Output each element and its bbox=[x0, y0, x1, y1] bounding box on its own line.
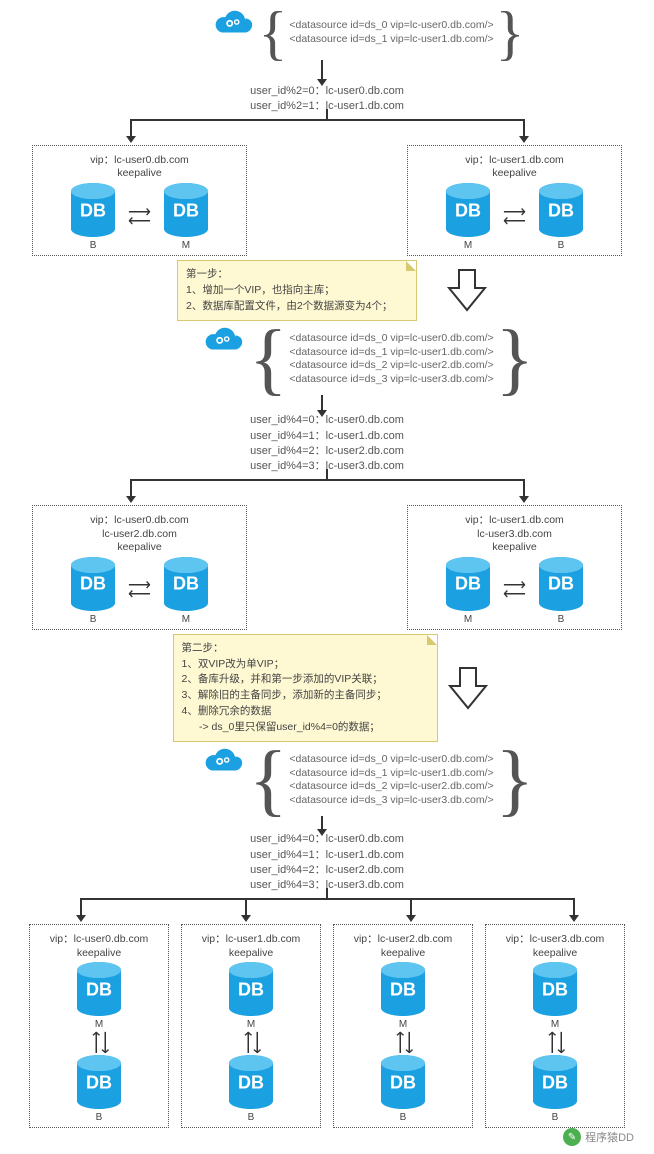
big-down-arrow-icon bbox=[447, 268, 487, 313]
sync-arrow-icon: ⟶⟵ bbox=[547, 1031, 564, 1054]
db-icon: DB bbox=[226, 1055, 276, 1110]
sync-arrow-icon: ⟶⟵ bbox=[243, 1031, 260, 1054]
db-icon: DB bbox=[68, 183, 118, 238]
routing-rules-2: user_id%4=0：lc-user0.db.com user_id%4=1：… bbox=[250, 413, 404, 475]
db-cluster-vert-2: vip：lc-user2.db.comkeepalive DBM ⟶⟵ DBB bbox=[333, 924, 473, 1128]
db-icon: DB bbox=[536, 183, 586, 238]
sync-arrow-icon: ⟶⟵ bbox=[128, 209, 151, 226]
sync-arrow-icon: ⟶⟵ bbox=[503, 209, 526, 226]
db-icon: DB bbox=[443, 557, 493, 612]
db-cluster-vert-0: vip：lc-user0.db.comkeepalive DBM ⟶⟵ DBB bbox=[29, 924, 169, 1128]
db-icon: DB bbox=[161, 557, 211, 612]
db-cluster-right-1: vip：lc-user1.db.com keepalive DB M ⟶⟵ DB… bbox=[407, 145, 622, 256]
db-icon: DB bbox=[74, 1055, 124, 1110]
wechat-icon: ✎ bbox=[563, 1128, 581, 1146]
db-cluster-right-2: vip：lc-user1.db.com lc-user3.db.com keep… bbox=[407, 505, 622, 630]
db-icon: DB bbox=[536, 557, 586, 612]
config-line: <datasource id=ds_1 vip=lc-user1.db.com/… bbox=[289, 33, 493, 47]
db-icon: DB bbox=[378, 962, 428, 1017]
db-icon: DB bbox=[161, 183, 211, 238]
step-note-1: 第一步： 1、增加一个VIP，也指向主库； 2、数据库配置文件，由2个数据源变为… bbox=[177, 260, 417, 321]
config-block-3: { <datasource id=ds_0 vip=lc-user0.db.co… bbox=[249, 744, 534, 816]
cloud-config-icon bbox=[200, 323, 245, 355]
db-cluster-vert-1: vip：lc-user1.db.comkeepalive DBM ⟶⟵ DBB bbox=[181, 924, 321, 1128]
db-icon: DB bbox=[530, 1055, 580, 1110]
db-icon: DB bbox=[226, 962, 276, 1017]
sync-arrow-icon: ⟶⟵ bbox=[503, 582, 526, 599]
config-block-2: { <datasource id=ds_0 vip=lc-user0.db.co… bbox=[249, 323, 534, 395]
db-cluster-vert-3: vip：lc-user3.db.comkeepalive DBM ⟶⟵ DBB bbox=[485, 924, 625, 1128]
sync-arrow-icon: ⟶⟵ bbox=[128, 582, 151, 599]
db-cluster-left-1: vip：lc-user0.db.com keepalive DB B ⟶⟵ DB… bbox=[32, 145, 247, 256]
db-icon: DB bbox=[530, 962, 580, 1017]
db-icon: DB bbox=[443, 183, 493, 238]
config-block-1: { <datasource id=ds_0 vip=lc-user0.db.co… bbox=[259, 6, 525, 60]
big-down-arrow-icon bbox=[448, 666, 488, 711]
cloud-config-icon bbox=[200, 744, 245, 776]
step-note-2: 第二步： 1、双VIP改为单VIP； 2、备库升级，并和第一步添加的VIP关联；… bbox=[173, 634, 438, 743]
db-icon: DB bbox=[68, 557, 118, 612]
sync-arrow-icon: ⟶⟵ bbox=[395, 1031, 412, 1054]
sync-arrow-icon: ⟶⟵ bbox=[91, 1031, 108, 1054]
db-icon: DB bbox=[74, 962, 124, 1017]
db-icon: DB bbox=[378, 1055, 428, 1110]
db-cluster-left-2: vip：lc-user0.db.com lc-user2.db.com keep… bbox=[32, 505, 247, 630]
config-line: <datasource id=ds_0 vip=lc-user0.db.com/… bbox=[289, 19, 493, 33]
watermark: ✎ 程序猿DD bbox=[563, 1128, 634, 1146]
cloud-config-icon bbox=[210, 6, 255, 38]
routing-rules-3: user_id%4=0：lc-user0.db.com user_id%4=1：… bbox=[250, 832, 404, 894]
